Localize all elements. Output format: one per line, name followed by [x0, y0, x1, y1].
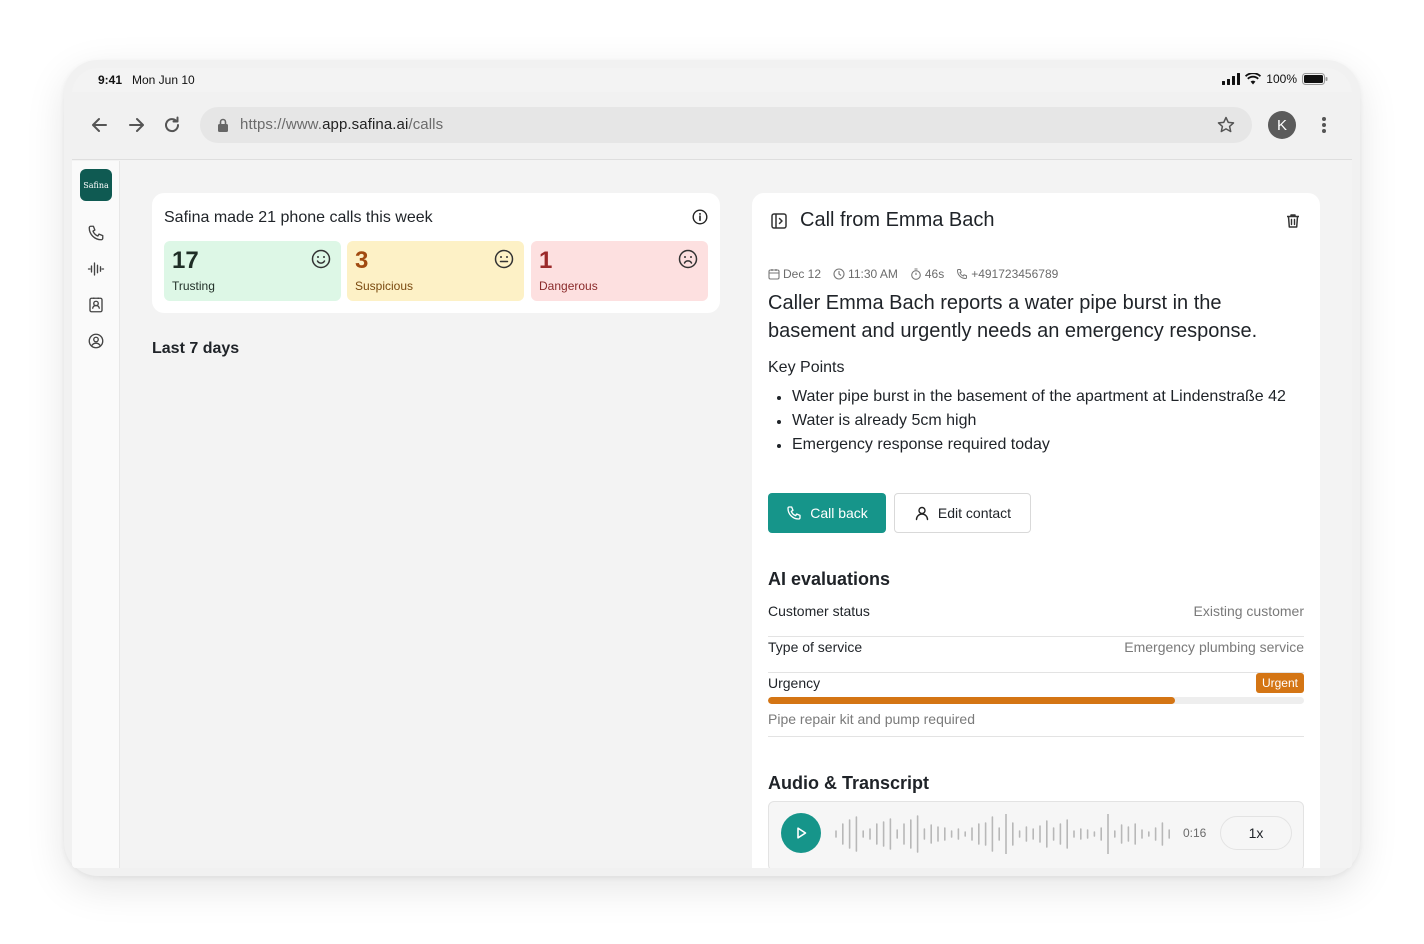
bookmark-star-icon[interactable]	[1216, 115, 1236, 135]
user-circle-icon	[88, 333, 104, 349]
status-date: Mon Jun 10	[132, 73, 195, 87]
clock-icon	[833, 268, 845, 280]
key-point-item: Water is already 5cm high	[768, 409, 1308, 433]
arrow-right-icon	[129, 118, 144, 132]
sidebar-item-calls[interactable]	[86, 223, 106, 243]
call-duration: 46s	[924, 267, 945, 281]
user-icon	[915, 506, 929, 521]
arrow-left-icon	[92, 118, 107, 132]
status-time: 9:41	[98, 73, 123, 87]
trash-icon[interactable]	[1284, 212, 1302, 230]
urgency-label: Urgency	[768, 675, 821, 691]
url-host: app.safina.ai	[322, 116, 409, 133]
evaluation-row: Customer status Existing customer	[768, 601, 1304, 637]
key-points-heading: Key Points	[768, 359, 845, 376]
evaluation-value: Existing customer	[1193, 603, 1304, 619]
sidebar: Safina	[72, 161, 120, 868]
call-back-button[interactable]: Call back	[768, 493, 886, 533]
url-text: https://www.app.safina.ai/calls	[240, 116, 443, 133]
sad-face-icon	[678, 249, 698, 269]
address-bar[interactable]: https://www.app.safina.ai/calls	[200, 107, 1252, 143]
reload-icon	[165, 116, 180, 133]
audio-transcript-heading: Audio & Transcript	[768, 773, 930, 793]
sidebar-item-voice[interactable]	[86, 259, 106, 279]
urgency-bar-fill	[768, 697, 1176, 704]
call-detail-panel: Call from Emma Bach Dec 12 11:30 AM 46s …	[752, 193, 1320, 868]
stat-dangerous[interactable]: 1 Dangerous	[531, 241, 708, 301]
playback-speed-button[interactable]: 1x	[1220, 816, 1292, 850]
key-point-item: Emergency response required today	[768, 433, 1308, 457]
audio-waveform[interactable]	[833, 814, 1173, 854]
battery-percent: 100%	[1266, 72, 1297, 86]
edit-contact-button[interactable]: Edit contact	[894, 493, 1031, 533]
audio-player: 0:16 1x	[768, 801, 1304, 868]
url-scheme: https://www.	[240, 116, 323, 133]
call-title: Call from Emma Bach	[800, 209, 995, 231]
stat-label: Dangerous	[539, 279, 598, 293]
reload-button[interactable]	[160, 113, 184, 137]
urgency-bar	[768, 697, 1304, 704]
weekly-summary-card: Safina made 21 phone calls this week 17 …	[152, 193, 720, 313]
more-vertical-icon	[1322, 117, 1326, 133]
browser-toolbar: https://www.app.safina.ai/calls K	[72, 92, 1352, 160]
back-button[interactable]	[88, 113, 112, 137]
forward-button[interactable]	[124, 113, 148, 137]
summary-title: Safina made 21 phone calls this week	[164, 209, 433, 226]
stopwatch-icon	[910, 268, 921, 280]
signal-icon	[1222, 73, 1241, 85]
play-icon	[797, 827, 807, 839]
browser-menu-button[interactable]	[1312, 113, 1336, 137]
panel-collapse-icon[interactable]	[770, 212, 788, 230]
call-meta: Dec 12 11:30 AM 46s +491723456789	[768, 267, 1058, 281]
call-time: 11:30 AM	[848, 267, 898, 281]
stat-count: 3	[355, 247, 369, 274]
urgency-note: Pipe repair kit and pump required	[768, 711, 976, 727]
contact-card-icon	[89, 297, 103, 313]
waveform-icon	[87, 262, 105, 276]
call-back-label: Call back	[810, 505, 868, 521]
key-points-list: Water pipe burst in the basement of the …	[768, 385, 1308, 457]
stat-trusting[interactable]: 17 Trusting	[164, 241, 341, 301]
smile-face-icon	[311, 249, 331, 269]
info-icon[interactable]	[692, 209, 708, 225]
evaluation-key: Customer status	[768, 603, 870, 619]
sidebar-item-contacts[interactable]	[86, 295, 106, 315]
call-summary: Caller Emma Bach reports a water pipe bu…	[768, 292, 1258, 342]
stat-count: 17	[172, 247, 199, 274]
lock-icon	[218, 118, 228, 132]
url-path: /calls	[408, 116, 444, 133]
phone-icon	[787, 506, 801, 520]
phone-icon	[88, 225, 104, 241]
safina-logo[interactable]: Safina	[80, 169, 112, 201]
phone-small-icon	[957, 269, 968, 280]
key-point-item: Water pipe burst in the basement of the …	[768, 385, 1308, 409]
tablet-screen: 9:41 Mon Jun 10 100% https://www.app.saf…	[72, 68, 1352, 868]
battery-icon	[1302, 73, 1328, 85]
call-phone: +491723456789	[971, 267, 1059, 281]
status-bar: 9:41 Mon Jun 10 100%	[72, 68, 1352, 92]
audio-time: 0:16	[1183, 826, 1207, 840]
urgency-row: Urgency Urgent Pipe repair kit and pump …	[768, 665, 1304, 737]
calendar-icon	[768, 269, 780, 280]
tablet-frame: 9:41 Mon Jun 10 100% https://www.app.saf…	[64, 60, 1360, 876]
profile-avatar[interactable]: K	[1268, 111, 1296, 139]
play-button[interactable]	[781, 813, 821, 853]
sidebar-item-account[interactable]	[86, 331, 106, 351]
neutral-face-icon	[494, 249, 514, 269]
stat-label: Suspicious	[355, 279, 414, 293]
wifi-icon	[1245, 73, 1262, 85]
evaluation-value: Emergency plumbing service	[1124, 639, 1304, 655]
evaluation-key: Type of service	[768, 639, 863, 655]
edit-contact-label: Edit contact	[937, 505, 1012, 521]
urgency-badge: Urgent	[1255, 673, 1304, 693]
call-date: Dec 12	[783, 267, 822, 281]
stat-count: 1	[539, 247, 553, 274]
status-indicators: 100%	[1222, 72, 1328, 86]
last-7-days-heading: Last 7 days	[152, 340, 240, 357]
stat-suspicious[interactable]: 3 Suspicious	[347, 241, 524, 301]
ai-evaluations-heading: AI evaluations	[768, 569, 891, 589]
app-content: Safina Safina made 21 phone calls this w…	[72, 161, 1352, 868]
stat-label: Trusting	[172, 279, 215, 293]
